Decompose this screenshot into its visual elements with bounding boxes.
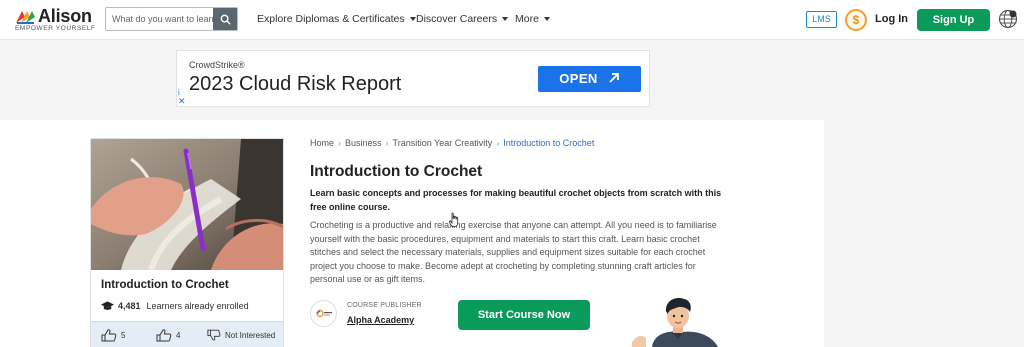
brand-tagline: EMPOWER YOURSELF <box>15 25 96 32</box>
like-count-2: 4 <box>176 331 181 340</box>
ad-open-button[interactable]: OPEN <box>538 66 641 92</box>
search-icon <box>220 14 231 25</box>
card-actions: 5 4 Not Interested <box>91 321 283 347</box>
search-button[interactable] <box>213 8 237 30</box>
start-course-button[interactable]: Start Course Now <box>458 300 590 330</box>
nav-explore-diplomas[interactable]: Explore Diplomas & Certificates <box>257 13 416 25</box>
enrolled-count: 4,481 <box>118 301 141 311</box>
course-title: Introduction to Crochet <box>310 163 483 180</box>
nav-more-label: More <box>515 13 539 25</box>
chevron-down-icon <box>543 17 550 21</box>
breadcrumb-current[interactable]: Introduction to Crochet <box>503 138 594 148</box>
search-input[interactable] <box>106 8 214 30</box>
chevron-right-icon: › <box>385 138 389 148</box>
globe-icon[interactable] <box>998 9 1018 29</box>
enrolled-label: Learners already enrolled <box>146 301 249 311</box>
ad-title: 2023 Cloud Risk Report <box>189 73 402 95</box>
course-subtitle: Learn basic concepts and processes for m… <box>310 188 722 212</box>
publisher-name-link[interactable]: Alpha Academy <box>347 315 414 325</box>
nav-more[interactable]: More <box>515 13 550 25</box>
ad-close-icon[interactable]: ✕ <box>178 97 186 106</box>
card-title[interactable]: Introduction to Crochet <box>101 279 229 291</box>
lms-button[interactable]: LMS <box>806 11 837 28</box>
like-button-2[interactable]: 4 <box>156 329 180 342</box>
enrolled-info: 4,481 Learners already enrolled <box>101 301 249 311</box>
like-count: 5 <box>121 331 126 340</box>
site-header: Alison EMPOWER YOURSELF Explore Diplomas… <box>0 0 1024 40</box>
hand-cursor-icon <box>449 212 459 227</box>
publisher-logo[interactable] <box>310 300 337 327</box>
course-image <box>91 139 283 270</box>
learner-illustration <box>632 298 718 347</box>
alison-mark-icon <box>16 11 35 24</box>
breadcrumb-category[interactable]: Transition Year Creativity <box>393 138 493 148</box>
graduation-cap-icon <box>101 301 114 310</box>
ad-banner[interactable]: CrowdStrike® 2023 Cloud Risk Report OPEN… <box>176 50 650 107</box>
thumbs-up-icon <box>101 329 117 342</box>
brand-name: Alison <box>38 6 92 26</box>
arrow-up-right-icon <box>609 73 619 83</box>
not-interested-label: Not Interested <box>225 330 276 340</box>
breadcrumb-home[interactable]: Home <box>310 138 334 148</box>
search-box <box>105 7 238 31</box>
coin-icon[interactable]: $ <box>845 9 867 31</box>
ad-open-label: OPEN <box>559 71 598 86</box>
nav-discover-careers[interactable]: Discover Careers <box>416 13 509 25</box>
login-link[interactable]: Log In <box>875 13 908 25</box>
publisher-label: COURSE PUBLISHER <box>347 302 422 309</box>
chevron-down-icon <box>409 17 416 21</box>
not-interested-button[interactable]: Not Interested <box>207 329 275 341</box>
breadcrumb-business[interactable]: Business <box>345 138 382 148</box>
thumbs-down-icon <box>207 329 221 341</box>
like-button[interactable]: 5 <box>101 329 125 342</box>
breadcrumb: Home › Business › Transition Year Creativity… <box>310 138 594 148</box>
chevron-down-icon <box>502 17 509 21</box>
alison-logo[interactable]: Alison EMPOWER YOURSELF <box>14 6 96 34</box>
course-description: Crocheting is a productive and relaxing … <box>310 220 717 284</box>
ad-brand: CrowdStrike® <box>189 60 245 70</box>
signup-button[interactable]: Sign Up <box>917 9 990 31</box>
nav-explore-label: Explore Diplomas & Certificates <box>257 13 405 25</box>
course-card[interactable]: Introduction to Crochet 4,481 Learners a… <box>90 138 284 347</box>
nav-careers-label: Discover Careers <box>416 13 498 25</box>
thumbs-up-icon <box>156 329 172 342</box>
chevron-right-icon: › <box>496 138 500 148</box>
chevron-right-icon: › <box>338 138 342 148</box>
